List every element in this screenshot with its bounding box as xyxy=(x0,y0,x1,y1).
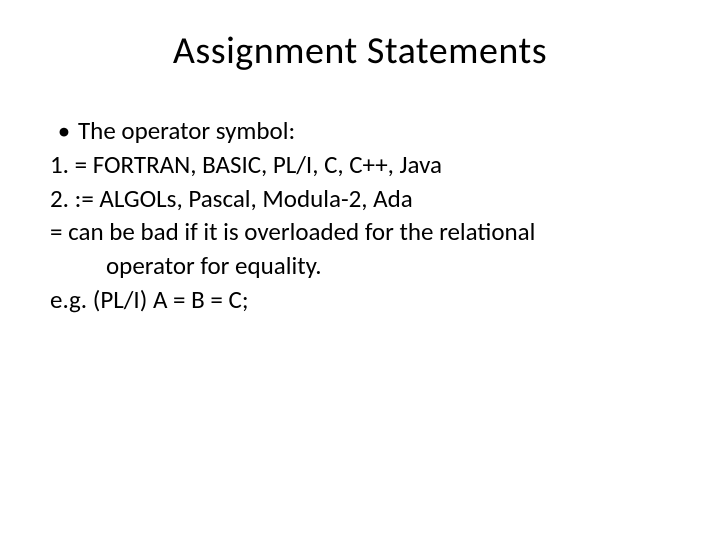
body-line-indent: operator for equality. xyxy=(50,249,680,283)
slide-content: • The operator symbol: 1. = FORTRAN, BAS… xyxy=(40,114,680,317)
bullet-icon: • xyxy=(50,114,78,148)
slide: Assignment Statements • The operator sym… xyxy=(0,0,720,540)
body-line: = can be bad if it is overloaded for the… xyxy=(50,215,680,249)
line-text: The operator symbol: xyxy=(78,114,295,148)
body-line: 1. = FORTRAN, BASIC, PL/I, C, C++, Java xyxy=(50,148,680,182)
bullet-line: • The operator symbol: xyxy=(50,114,680,148)
body-line: 2. := ALGOLs, Pascal, Modula-2, Ada xyxy=(50,182,680,216)
body-line: e.g. (PL/I) A = B = C; xyxy=(50,283,680,317)
slide-title: Assignment Statements xyxy=(40,28,680,74)
